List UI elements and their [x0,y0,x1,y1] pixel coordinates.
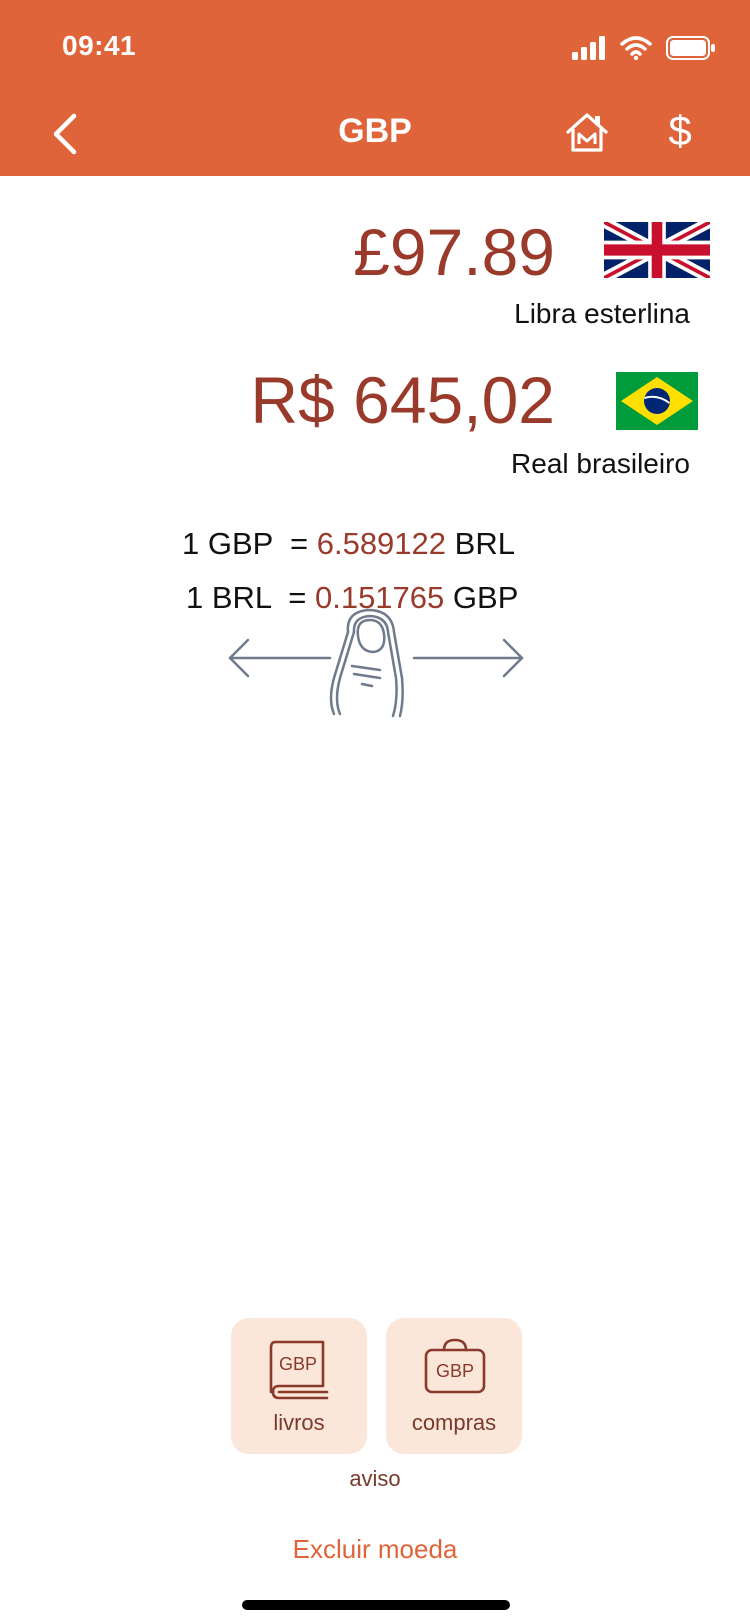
rate-gbp-unit: BRL [454,526,515,561]
status-time: 09:41 [62,30,137,61]
battery-icon [666,36,715,60]
home-button[interactable] [564,110,610,156]
brl-currency-name: Real brasileiro [511,448,690,479]
notice-text: aviso [349,1466,401,1491]
gbp-currency-name: Libra esterlina [514,298,690,329]
rate-gbp-to-brl: 1 GBP = 6.589122 BRL [182,526,515,562]
rate-gbp-left: 1 GBP = [182,526,309,561]
books-icon-text: GBP [279,1354,317,1374]
shopping-bag-icon: GBP [424,1338,486,1394]
signal-icon [572,36,605,60]
home-icon [566,113,608,152]
books-button[interactable]: GBP livros [231,1318,367,1454]
swipe-hand-icon [228,608,524,718]
page-title: GBP [338,112,412,150]
uk-flag-icon [604,222,710,278]
shopping-button[interactable]: GBP compras [386,1318,522,1454]
books-label: livros [273,1410,325,1435]
screen: 09:41 GBP $ £97.89 Libra esterlina R$ 64… [0,0,750,1624]
gbp-amount[interactable]: £97.89 [353,214,555,290]
rate-gbp-value: 6.589122 [316,526,447,561]
status-icons [572,34,716,62]
nav-header: 09:41 GBP $ [0,0,750,176]
wifi-icon [620,36,652,60]
home-indicator [242,1600,510,1610]
shopping-label: compras [411,1410,497,1435]
shop-icon-text: GBP [436,1361,474,1381]
delete-currency-button[interactable]: Excluir moeda [0,1534,750,1565]
brazil-flag-icon [616,372,698,430]
dollar-button[interactable]: $ [660,106,700,156]
book-icon: GBP [269,1340,329,1400]
brl-amount[interactable]: R$ 645,02 [250,362,555,438]
